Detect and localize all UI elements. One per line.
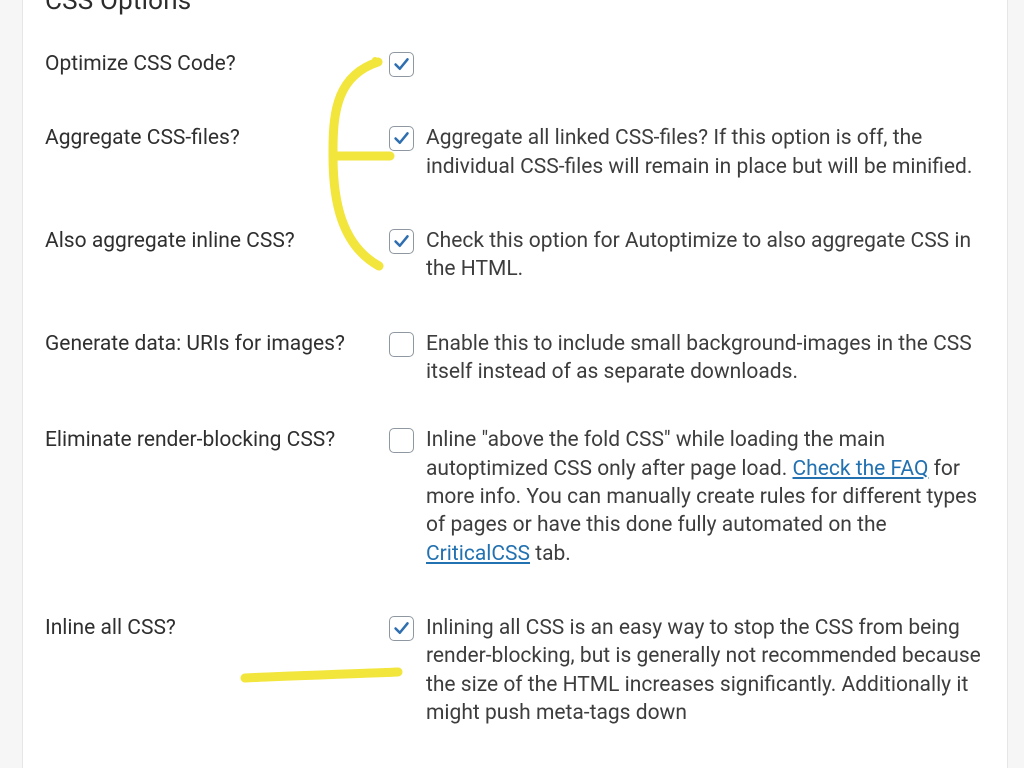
- label-inline-aggregate: Also aggregate inline CSS?: [45, 227, 389, 255]
- row-inline-aggregate: Also aggregate inline CSS? Check this op…: [45, 227, 985, 284]
- desc-data-uris: Enable this to include small background-…: [426, 330, 985, 387]
- desc-inline-aggregate: Check this option for Autoptimize to als…: [426, 227, 985, 284]
- row-optimize-css: Optimize CSS Code?: [45, 50, 985, 78]
- checkmark-icon: [393, 620, 410, 637]
- checkmark-icon: [393, 130, 410, 147]
- checkbox-inline-all[interactable]: [389, 616, 414, 641]
- label-optimize-css: Optimize CSS Code?: [45, 50, 389, 78]
- desc-part: tab.: [530, 542, 571, 566]
- desc-aggregate-css: Aggregate all linked CSS-files? If this …: [426, 124, 985, 181]
- checkbox-inline-aggregate[interactable]: [389, 229, 414, 254]
- checkmark-icon: [393, 56, 410, 73]
- row-data-uris: Generate data: URIs for images? Enable t…: [45, 330, 985, 387]
- section-title: CSS Options: [45, 0, 985, 14]
- link-check-faq[interactable]: Check the FAQ: [793, 457, 929, 481]
- row-aggregate-css: Aggregate CSS-files? Aggregate all linke…: [45, 124, 985, 181]
- checkbox-optimize-css[interactable]: [389, 52, 414, 77]
- label-data-uris: Generate data: URIs for images?: [45, 330, 389, 358]
- desc-render-blocking: Inline "above the fold CSS" while loadin…: [426, 426, 985, 568]
- checkbox-data-uris[interactable]: [389, 332, 414, 357]
- label-render-blocking: Eliminate render-blocking CSS?: [45, 426, 389, 454]
- label-aggregate-css: Aggregate CSS-files?: [45, 124, 389, 152]
- desc-inline-all: Inlining all CSS is an easy way to stop …: [426, 614, 985, 727]
- row-render-blocking: Eliminate render-blocking CSS? Inline "a…: [45, 426, 985, 568]
- checkmark-icon: [393, 233, 410, 250]
- checkbox-aggregate-css[interactable]: [389, 126, 414, 151]
- label-inline-all: Inline all CSS?: [45, 614, 389, 642]
- checkbox-render-blocking[interactable]: [389, 428, 414, 453]
- row-inline-all: Inline all CSS? Inlining all CSS is an e…: [45, 614, 985, 727]
- link-criticalcss[interactable]: CriticalCSS: [426, 542, 530, 566]
